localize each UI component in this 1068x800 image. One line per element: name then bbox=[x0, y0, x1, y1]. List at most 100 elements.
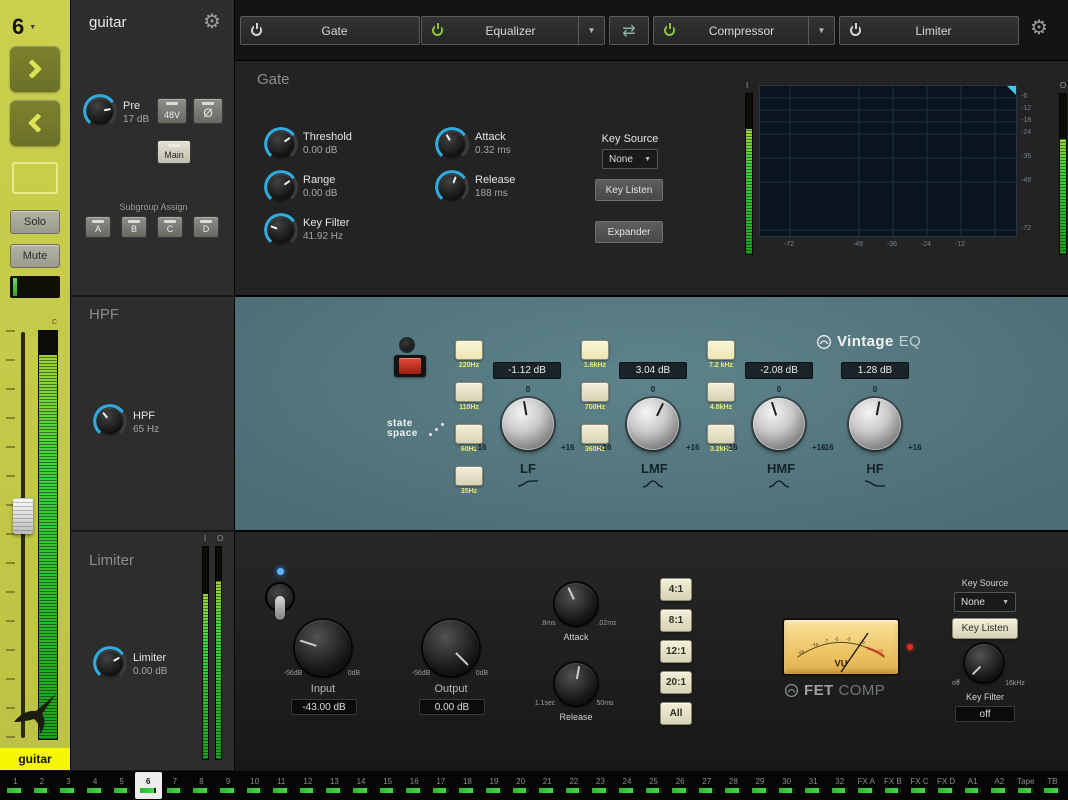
gate-attack-knob[interactable] bbox=[439, 131, 465, 157]
eq-hmf-gain-knob[interactable] bbox=[753, 398, 805, 450]
bottom-channel-fx-d[interactable]: FX D bbox=[933, 772, 960, 799]
bottom-channel-tb[interactable]: TB bbox=[1039, 772, 1066, 799]
bottom-channel-4[interactable]: 4 bbox=[82, 772, 109, 799]
bottom-channel-1[interactable]: 1 bbox=[2, 772, 29, 799]
bottom-channel-fx-c[interactable]: FX C bbox=[906, 772, 933, 799]
solo-button[interactable]: Solo bbox=[10, 210, 60, 234]
bottom-channel-a1[interactable]: A1 bbox=[959, 772, 986, 799]
tab-equalizer[interactable]: Equalizer ▼ bbox=[421, 16, 605, 45]
bottom-channel-15[interactable]: 15 bbox=[374, 772, 401, 799]
comp-output-knob[interactable] bbox=[423, 620, 479, 676]
bottom-channel-20[interactable]: 20 bbox=[507, 772, 534, 799]
pre-gain-knob[interactable] bbox=[87, 98, 113, 124]
limiter-knob[interactable] bbox=[97, 650, 123, 676]
eq-lmf-gain-knob[interactable] bbox=[627, 398, 679, 450]
bottom-channel-19[interactable]: 19 bbox=[481, 772, 508, 799]
bottom-channel-fx-a[interactable]: FX A bbox=[853, 772, 880, 799]
eq-lmf-freq-button-700[interactable] bbox=[581, 382, 609, 402]
bottom-channel-32[interactable]: 32 bbox=[826, 772, 853, 799]
bottom-channel-5[interactable]: 5 bbox=[108, 772, 135, 799]
bottom-channel-17[interactable]: 17 bbox=[428, 772, 455, 799]
bottom-channel-2[interactable]: 2 bbox=[29, 772, 56, 799]
bottom-channel-8[interactable]: 8 bbox=[188, 772, 215, 799]
gate-key-source-select[interactable]: None ▼ bbox=[602, 149, 658, 169]
channel-name[interactable]: guitar bbox=[0, 748, 70, 770]
bottom-channel-13[interactable]: 13 bbox=[321, 772, 348, 799]
tab-gate[interactable]: Gate bbox=[240, 16, 420, 45]
bottom-channel-31[interactable]: 31 bbox=[800, 772, 827, 799]
bottom-channel-26[interactable]: 26 bbox=[667, 772, 694, 799]
comp-attack-knob[interactable] bbox=[555, 583, 597, 625]
eq-lf-gain-knob[interactable] bbox=[502, 398, 554, 450]
bottom-channel-12[interactable]: 12 bbox=[295, 772, 322, 799]
eq-power-switch[interactable] bbox=[394, 355, 426, 377]
polarity-button[interactable]: Ø bbox=[193, 98, 223, 124]
bottom-channel-27[interactable]: 27 bbox=[693, 772, 720, 799]
gate-power-icon[interactable] bbox=[251, 25, 262, 36]
ratio-20-1-button[interactable]: 20:1 bbox=[660, 671, 692, 694]
channel-number-selector[interactable]: 6 ▼ bbox=[12, 14, 36, 40]
eq-hmf-freq-button-4k8[interactable] bbox=[707, 382, 735, 402]
eq-lf-freq-button-60[interactable] bbox=[455, 424, 483, 444]
equalizer-power-icon[interactable] bbox=[432, 25, 443, 36]
bottom-channel-a2[interactable]: A2 bbox=[986, 772, 1013, 799]
bottom-channel-16[interactable]: 16 bbox=[401, 772, 428, 799]
ratio-12-1-button[interactable]: 12:1 bbox=[660, 640, 692, 663]
bottom-channel-fx-b[interactable]: FX B bbox=[880, 772, 907, 799]
eq-lf-freq-button-220[interactable] bbox=[455, 340, 483, 360]
bottom-channel-21[interactable]: 21 bbox=[534, 772, 561, 799]
bottom-channel-28[interactable]: 28 bbox=[720, 772, 747, 799]
mute-button[interactable]: Mute bbox=[10, 244, 60, 268]
ratio-all-button[interactable]: All bbox=[660, 702, 692, 725]
bottom-channel-3[interactable]: 3 bbox=[55, 772, 82, 799]
bottom-channel-11[interactable]: 11 bbox=[268, 772, 295, 799]
bottom-channel-25[interactable]: 25 bbox=[640, 772, 667, 799]
channel-fader[interactable] bbox=[13, 498, 33, 534]
bottom-channel-6[interactable]: 6 bbox=[135, 772, 162, 799]
subgroup-c-button[interactable]: C bbox=[157, 216, 183, 238]
bottom-channel-24[interactable]: 24 bbox=[614, 772, 641, 799]
eq-hf-gain-knob[interactable] bbox=[849, 398, 901, 450]
graph-marker-icon[interactable] bbox=[1007, 86, 1016, 95]
eq-hmf-freq-button-3k2[interactable] bbox=[707, 424, 735, 444]
eq-lmf-freq-button-1k6[interactable] bbox=[581, 340, 609, 360]
bottom-channel-10[interactable]: 10 bbox=[241, 772, 268, 799]
bottom-channel-22[interactable]: 22 bbox=[560, 772, 587, 799]
hpf-knob[interactable] bbox=[97, 408, 123, 434]
compressor-power-icon[interactable] bbox=[664, 25, 675, 36]
prev-channel-button[interactable] bbox=[10, 100, 60, 146]
channel-settings-gear-icon[interactable]: ⚙ bbox=[203, 12, 221, 32]
phantom-48v-button[interactable]: 48V bbox=[157, 98, 187, 124]
gate-expander-button[interactable]: Expander bbox=[595, 221, 663, 243]
eq-lmf-freq-button-360[interactable] bbox=[581, 424, 609, 444]
bottom-channel-9[interactable]: 9 bbox=[215, 772, 242, 799]
subgroup-b-button[interactable]: B bbox=[121, 216, 147, 238]
next-channel-button[interactable] bbox=[10, 46, 60, 92]
gate-range-knob[interactable] bbox=[268, 174, 294, 200]
eq-lf-freq-button-110[interactable] bbox=[455, 382, 483, 402]
ratio-8-1-button[interactable]: 8:1 bbox=[660, 609, 692, 632]
chain-gear-icon[interactable]: ⚙ bbox=[1030, 18, 1048, 38]
equalizer-dropdown[interactable]: ▼ bbox=[578, 17, 604, 44]
main-assign-button[interactable]: Main bbox=[157, 140, 191, 164]
subgroup-a-button[interactable]: A bbox=[85, 216, 111, 238]
bottom-channel-18[interactable]: 18 bbox=[454, 772, 481, 799]
ratio-4-1-button[interactable]: 4:1 bbox=[660, 578, 692, 601]
bottom-channel-14[interactable]: 14 bbox=[348, 772, 375, 799]
tab-compressor[interactable]: Compressor ▼ bbox=[653, 16, 835, 45]
bottom-channel-30[interactable]: 30 bbox=[773, 772, 800, 799]
gate-graph-plot[interactable] bbox=[759, 85, 1017, 237]
subgroup-d-button[interactable]: D bbox=[193, 216, 219, 238]
eq-lf-freq-button-35[interactable] bbox=[455, 466, 483, 486]
channel-display-box[interactable] bbox=[12, 162, 58, 194]
gate-key-listen-button[interactable]: Key Listen bbox=[595, 179, 663, 201]
bottom-channel-29[interactable]: 29 bbox=[747, 772, 774, 799]
comp-key-filter-knob[interactable] bbox=[965, 644, 1003, 682]
bottom-channel-7[interactable]: 7 bbox=[162, 772, 189, 799]
tab-limiter[interactable]: Limiter bbox=[839, 16, 1019, 45]
comp-key-source-select[interactable]: None ▼ bbox=[954, 592, 1016, 612]
gate-threshold-knob[interactable] bbox=[268, 131, 294, 157]
comp-input-knob[interactable] bbox=[295, 620, 351, 676]
swap-order-button[interactable]: ⇄ bbox=[609, 16, 649, 45]
bottom-channel-tape[interactable]: Tape bbox=[1013, 772, 1040, 799]
